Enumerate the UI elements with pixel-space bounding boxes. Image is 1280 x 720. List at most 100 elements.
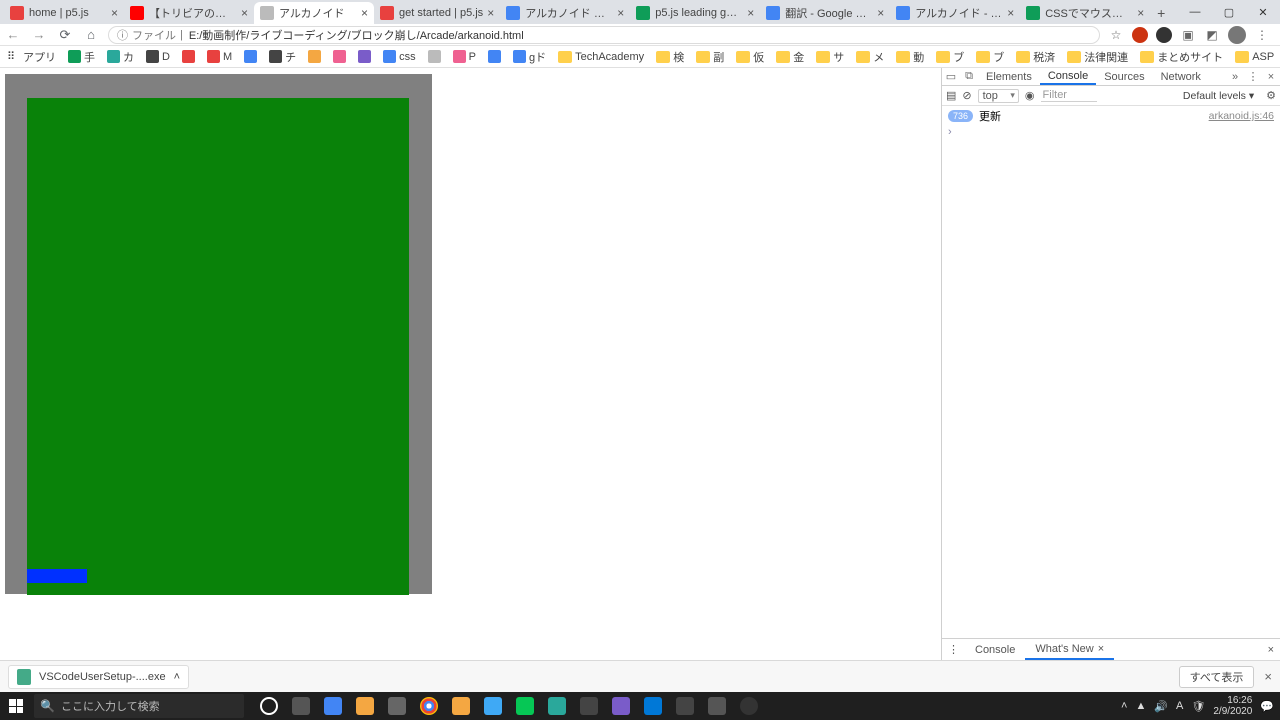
devtools-tab-elements[interactable]: Elements bbox=[978, 68, 1040, 85]
task-explorer[interactable] bbox=[350, 692, 380, 720]
close-shelf-icon[interactable]: × bbox=[1264, 669, 1272, 684]
close-icon[interactable]: × bbox=[617, 6, 624, 20]
bookmark-folder[interactable]: 税済 bbox=[1013, 49, 1058, 65]
inspect-icon[interactable]: ▭ bbox=[942, 70, 960, 83]
tray-defender-icon[interactable]: 🛡 bbox=[1191, 700, 1205, 713]
clear-console-icon[interactable]: ⊘ bbox=[962, 89, 971, 102]
console-prompt[interactable]: › bbox=[948, 126, 1274, 138]
start-button[interactable] bbox=[0, 692, 32, 720]
bookmark-item[interactable] bbox=[179, 50, 198, 63]
maximize-button[interactable]: ▢ bbox=[1212, 0, 1246, 24]
bookmark-folder[interactable]: 検 bbox=[653, 49, 687, 65]
ext-icon-2[interactable] bbox=[1156, 27, 1172, 43]
close-icon[interactable]: × bbox=[111, 6, 118, 20]
drawer-tab-whatsnew[interactable]: What's New × bbox=[1025, 639, 1114, 660]
gear-icon[interactable]: ⚙ bbox=[1266, 89, 1276, 102]
task-mail[interactable] bbox=[702, 692, 732, 720]
bookmark-item[interactable]: D bbox=[143, 50, 173, 63]
bookmark-item[interactable] bbox=[425, 50, 444, 63]
task-app2[interactable] bbox=[478, 692, 508, 720]
tray-overflow-icon[interactable]: ˄ bbox=[1121, 700, 1127, 712]
drawer-tab-console[interactable]: Console bbox=[965, 639, 1025, 660]
tab-6[interactable]: 翻訳 - Google 検索× bbox=[760, 2, 890, 24]
bookmark-item[interactable]: 手 bbox=[65, 49, 98, 65]
devtools-close-icon[interactable]: × bbox=[1262, 70, 1280, 83]
tray-ime-icon[interactable]: A bbox=[1176, 700, 1183, 712]
bookmark-folder[interactable]: サ bbox=[813, 49, 847, 65]
bookmark-folder[interactable]: 金 bbox=[773, 49, 807, 65]
device-icon[interactable]: ⧉ bbox=[960, 70, 978, 83]
tab-0[interactable]: home | p5.js× bbox=[4, 2, 124, 24]
task-app3[interactable] bbox=[542, 692, 572, 720]
bookmark-item[interactable] bbox=[355, 50, 374, 63]
apps-shortcut[interactable]: ⠿アプリ bbox=[4, 49, 59, 65]
tab-4[interactable]: アルカノイド 画面サイズ -× bbox=[500, 2, 630, 24]
star-icon[interactable]: ☆ bbox=[1108, 27, 1124, 43]
bookmark-folder[interactable]: 動 bbox=[893, 49, 927, 65]
notifications-icon[interactable]: 💬 bbox=[1260, 700, 1274, 713]
bookmark-folder[interactable]: ブ bbox=[973, 49, 1007, 65]
bookmark-item[interactable]: M bbox=[204, 50, 235, 63]
devtools-menu-icon[interactable]: ⋮ bbox=[1244, 70, 1262, 83]
close-icon[interactable]: × bbox=[1137, 6, 1144, 20]
bookmark-item[interactable] bbox=[485, 50, 504, 63]
devtools-tab-network[interactable]: Network bbox=[1153, 68, 1209, 85]
bookmark-item[interactable]: カ bbox=[104, 49, 137, 65]
bookmark-item[interactable]: チ bbox=[266, 49, 299, 65]
bookmark-item[interactable]: P bbox=[450, 50, 479, 63]
close-icon[interactable]: × bbox=[487, 6, 494, 20]
task-cortana[interactable] bbox=[254, 692, 284, 720]
bookmark-item[interactable] bbox=[330, 50, 349, 63]
close-window-button[interactable]: ✕ bbox=[1246, 0, 1280, 24]
devtools-tab-console[interactable]: Console bbox=[1040, 68, 1096, 85]
log-levels-selector[interactable]: Default levels ▾ bbox=[1183, 90, 1254, 102]
log-source-link[interactable]: arkanoid.js:46 bbox=[1209, 110, 1274, 122]
profile-avatar[interactable] bbox=[1228, 26, 1246, 44]
filter-input[interactable]: Filter bbox=[1041, 89, 1097, 102]
bookmark-folder[interactable]: メ bbox=[853, 49, 887, 65]
home-button[interactable]: ⌂ bbox=[82, 26, 100, 44]
eye-icon[interactable]: ◉ bbox=[1025, 89, 1035, 102]
console-body[interactable]: 736 更新 arkanoid.js:46 › bbox=[942, 106, 1280, 638]
menu-icon[interactable]: ⋮ bbox=[1254, 27, 1270, 43]
task-edge[interactable] bbox=[318, 692, 348, 720]
task-vs[interactable] bbox=[606, 692, 636, 720]
taskbar-search[interactable]: 🔍 ここに入力して検索 bbox=[34, 694, 244, 718]
console-sidebar-icon[interactable]: ▤ bbox=[946, 89, 956, 102]
close-icon[interactable]: × bbox=[361, 6, 368, 20]
tab-3[interactable]: get started | p5.js× bbox=[374, 2, 500, 24]
task-view[interactable] bbox=[286, 692, 316, 720]
close-icon[interactable]: × bbox=[877, 6, 884, 20]
tab-5[interactable]: p5.js leading guide× bbox=[630, 2, 760, 24]
close-icon[interactable]: × bbox=[241, 6, 248, 20]
tab-8[interactable]: CSSでマウスカーソルを見× bbox=[1020, 2, 1150, 24]
ext-icon-1[interactable] bbox=[1132, 27, 1148, 43]
chevron-up-icon[interactable]: ˄ bbox=[174, 671, 180, 683]
tab-1[interactable]: 【トリビアの泉】 大山の× bbox=[124, 2, 254, 24]
task-line[interactable] bbox=[510, 692, 540, 720]
omnibox[interactable]: ⓘ ファイル | E:/動画制作/ライブコーディング/ブロック崩し/Arcade… bbox=[108, 26, 1100, 44]
download-item[interactable]: VSCodeUserSetup-....exe ˄ bbox=[8, 665, 189, 689]
ext-icon-3[interactable]: ▣ bbox=[1180, 27, 1196, 43]
game-canvas[interactable] bbox=[27, 98, 409, 595]
tray-volume-icon[interactable]: 🔊 bbox=[1154, 700, 1168, 713]
task-vscode[interactable] bbox=[638, 692, 668, 720]
ext-icon-4[interactable]: ◩ bbox=[1204, 27, 1220, 43]
back-button[interactable]: ← bbox=[4, 26, 22, 44]
close-icon[interactable]: × bbox=[747, 6, 754, 20]
bookmark-folder[interactable]: 法律関連 bbox=[1064, 49, 1131, 65]
drawer-menu-icon[interactable]: ⋮ bbox=[942, 643, 965, 656]
reload-button[interactable]: ⟳ bbox=[56, 26, 74, 44]
drawer-close-icon[interactable]: × bbox=[1262, 644, 1280, 656]
tray-network-icon[interactable]: ▲ bbox=[1135, 700, 1146, 712]
close-icon[interactable]: × bbox=[1098, 643, 1104, 655]
bookmark-item[interactable]: gド bbox=[510, 49, 549, 65]
tab-2[interactable]: アルカノイド× bbox=[254, 2, 374, 24]
bookmark-folder[interactable]: ASP bbox=[1232, 51, 1277, 63]
devtools-overflow-icon[interactable]: » bbox=[1226, 70, 1244, 83]
task-chrome[interactable] bbox=[414, 692, 444, 720]
show-all-downloads-button[interactable]: すべて表示 bbox=[1179, 666, 1255, 688]
task-app4[interactable] bbox=[670, 692, 700, 720]
bookmark-item[interactable] bbox=[241, 50, 260, 63]
context-selector[interactable]: top bbox=[978, 89, 1019, 103]
